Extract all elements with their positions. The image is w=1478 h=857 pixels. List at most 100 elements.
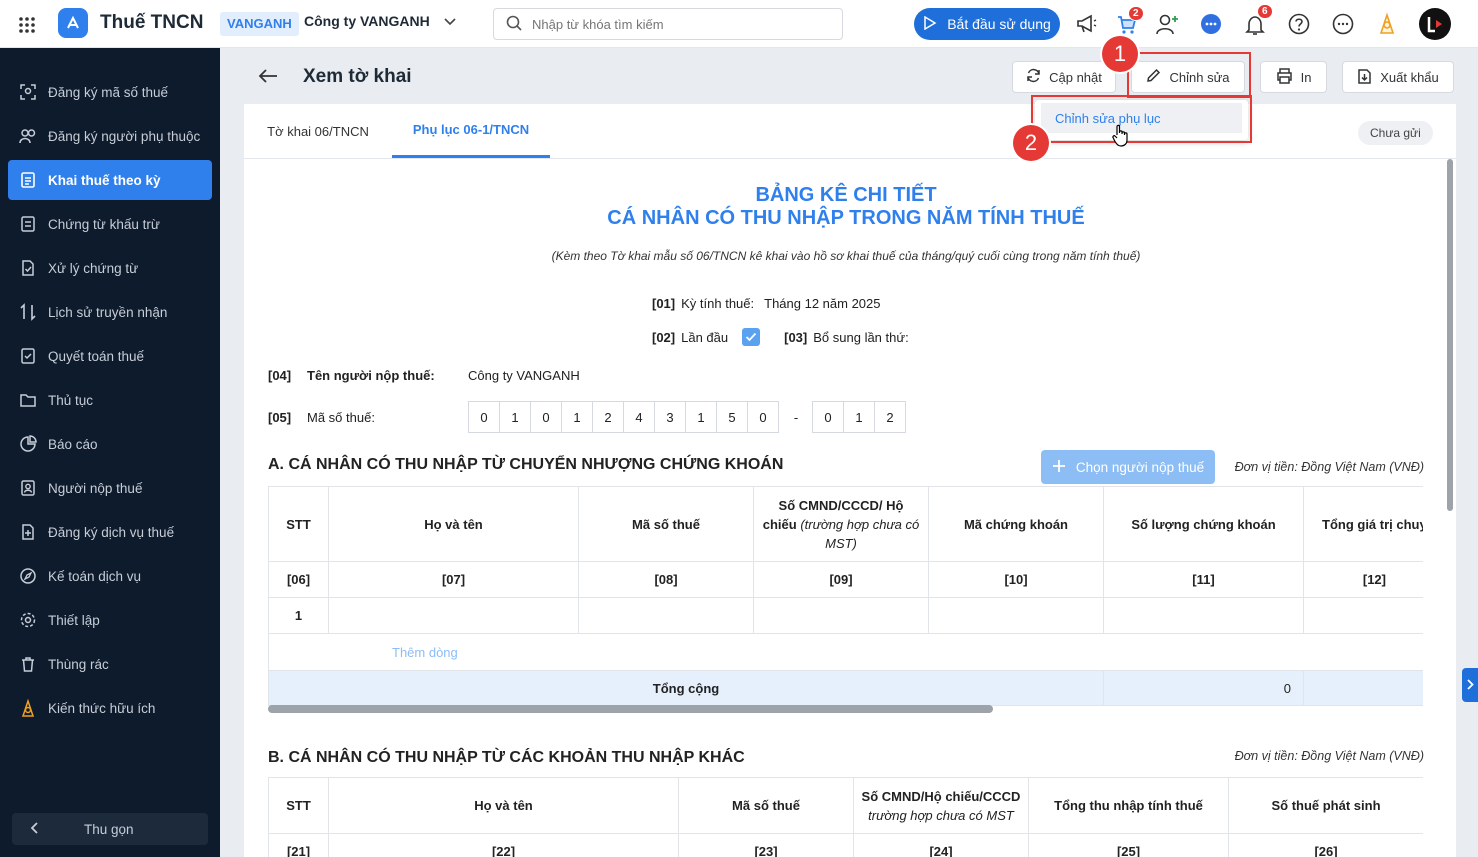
id-header-line1: Số CMND/Hộ chiếu/CCCD (861, 788, 1021, 804)
company-selector[interactable]: Công ty VANGANH (304, 13, 456, 29)
field-05-label: Mã số thuế: (307, 410, 375, 425)
sidebar-item-tax-finalization[interactable]: Quyết toán thuế (8, 336, 212, 376)
code-cell: [22] (328, 833, 679, 857)
expand-panel-button[interactable] (1462, 668, 1478, 702)
tax-digit: 3 (654, 401, 686, 433)
print-button[interactable]: In (1260, 61, 1327, 93)
org-code-badge: VANGANH (220, 12, 299, 36)
back-arrow-icon[interactable] (258, 68, 278, 87)
folder-icon (8, 391, 48, 409)
field-04-value: Công ty VANGANH (468, 368, 580, 383)
form-title-line2: CÁ NHÂN CÓ THU NHẬP TRONG NĂM TÍNH THUẾ (607, 207, 1085, 229)
collapse-sidebar-button[interactable]: Thu gọn (12, 813, 208, 845)
vertical-scrollbar[interactable] (1447, 159, 1453, 511)
megaphone-icon[interactable] (1074, 12, 1100, 36)
add-user-icon[interactable] (1155, 12, 1181, 36)
code-cell: [25] (1028, 833, 1229, 857)
section-b-table: STT Họ và tên Mã số thuế Số CMND/Hộ chiế… (268, 777, 1423, 857)
col-header-stt: STT (268, 486, 329, 562)
row-name-cell[interactable] (328, 597, 579, 634)
more-icon[interactable] (1331, 12, 1355, 36)
sidebar-item-register-dependents[interactable]: Đăng ký người phụ thuộc (8, 116, 212, 156)
compass-icon (8, 567, 48, 585)
export-button[interactable]: Xuất khẩu (1342, 61, 1454, 93)
id-header-line2: chiếu (762, 516, 797, 532)
sidebar-item-accounting-services[interactable]: Kế toán dịch vụ (8, 556, 212, 596)
sidebar-item-label: Đăng ký dịch vụ thuế (48, 524, 175, 540)
col-header-stt: STT (268, 777, 329, 834)
col-header-tax-code: Mã số thuế (578, 486, 754, 562)
update-button[interactable]: Cập nhật (1012, 61, 1116, 93)
total-empty (1303, 670, 1423, 706)
sidebar-item-label: Xử lý chứng từ (48, 260, 139, 276)
field-01-row: [01] Kỳ tính thuế: Tháng 12 năm 2025 (652, 296, 881, 311)
row-stock-code-cell[interactable] (928, 597, 1104, 634)
sidebar-item-label: Đăng ký mã số thuế (48, 84, 169, 100)
play-icon (923, 15, 937, 33)
document-icon (8, 171, 48, 189)
field-05-code: [05] (268, 410, 292, 425)
tax-digit: 5 (716, 401, 748, 433)
sidebar-item-periodic-declaration[interactable]: Khai thuế theo kỳ (8, 160, 212, 200)
start-using-button[interactable]: Bắt đầu sử dụng (914, 8, 1060, 40)
row-quantity-cell[interactable] (1103, 597, 1304, 634)
sidebar-item-withholding-documents[interactable]: Chứng từ khấu trừ (8, 204, 212, 244)
sidebar-item-trash[interactable]: Thùng rác (8, 644, 212, 684)
sidebar-item-label: Lịch sử truyền nhận (48, 304, 168, 320)
table-code-row: [06] [07] [08] [09] [10] [11] [12] (268, 561, 1423, 598)
chevron-left-icon (30, 821, 38, 837)
horizontal-scrollbar[interactable] (268, 705, 993, 713)
hand-cursor-icon (1112, 124, 1130, 151)
sidebar-item-useful-knowledge[interactable]: Kiến thức hữu ích (8, 688, 212, 728)
form-subtitle: (Kèm theo Tờ khai mẫu số 06/TNCN kê khai… (551, 249, 1141, 263)
table-row[interactable]: 1 (268, 597, 1423, 634)
tax-digit: 1 (499, 401, 531, 433)
tab-appendix-06-1[interactable]: Phụ lục 06-1/TNCN (392, 104, 550, 158)
tax-digit: 0 (747, 401, 779, 433)
tax-suffix-digit: 1 (843, 401, 875, 433)
arrows-up-down-icon (8, 303, 48, 321)
code-cell: [10] (928, 561, 1104, 598)
row-value-cell[interactable] (1303, 597, 1423, 634)
settlement-icon (8, 347, 48, 365)
sidebar-item-register-tax-service[interactable]: Đăng ký dịch vụ thuế (8, 512, 212, 552)
search-input[interactable] (532, 16, 822, 32)
add-row-link[interactable]: Thêm dòng (392, 645, 458, 660)
code-cell: [09] (753, 561, 929, 598)
lightbulb-icon[interactable] (1374, 11, 1400, 37)
tab-label: Phụ lục 06-1/TNCN (412, 122, 530, 137)
field-02-label: Lần đầu (681, 329, 729, 345)
section-b-table-wrap: STT Họ và tên Mã số thuế Số CMND/Hộ chiế… (268, 777, 1423, 857)
avatar[interactable] (1419, 8, 1451, 40)
sidebar-item-register-tax-code[interactable]: Đăng ký mã số thuế (8, 72, 212, 112)
row-id-cell[interactable] (753, 597, 929, 634)
sidebar-item-label: Thùng rác (48, 656, 109, 672)
tax-digit: 4 (623, 401, 655, 433)
form-title-line1: BẢNG KÊ CHI TIẾT (755, 184, 937, 206)
col-header-stock-quantity: Số lượng chứng khoán (1103, 486, 1304, 562)
sidebar-item-transmission-history[interactable]: Lịch sử truyền nhận (8, 292, 212, 332)
choose-taxpayer-button[interactable]: Chọn người nộp thuế (1041, 450, 1215, 484)
field-03-code: [03] (784, 329, 808, 345)
chat-icon[interactable] (1198, 12, 1224, 36)
sidebar-item-procedures[interactable]: Thủ tục (8, 380, 212, 420)
chevron-right-icon (1466, 678, 1474, 693)
help-icon[interactable] (1287, 12, 1311, 36)
add-row-row: Thêm dòng (268, 633, 1423, 671)
sidebar-item-label: Đăng ký người phụ thuộc (48, 128, 201, 144)
col-header-stock-code: Mã chứng khoán (928, 486, 1104, 562)
sidebar-item-process-documents[interactable]: Xử lý chứng từ (8, 248, 212, 288)
tax-code-boxes: 0 1 0 1 2 4 3 1 5 0 - 0 1 2 (468, 401, 906, 433)
row-tax-code-cell[interactable] (578, 597, 754, 634)
first-time-checkbox[interactable] (742, 328, 761, 346)
search-box[interactable] (493, 8, 843, 40)
col-header-id-number: Số CMND/Hộ chiếu/CCCD trường hợp chưa có… (853, 777, 1029, 834)
tab-declaration-06[interactable]: Tờ khai 06/TNCN (244, 104, 392, 158)
sidebar-item-settings[interactable]: Thiết lập (8, 600, 212, 640)
sidebar-item-taxpayers[interactable]: Người nộp thuế (8, 468, 212, 508)
sidebar-item-reports[interactable]: Báo cáo (8, 424, 212, 464)
tax-suffix-digit: 2 (874, 401, 906, 433)
total-label: Tổng cộng (268, 670, 1104, 706)
tax-digit: 0 (530, 401, 562, 433)
app-grid-icon[interactable] (16, 14, 38, 36)
